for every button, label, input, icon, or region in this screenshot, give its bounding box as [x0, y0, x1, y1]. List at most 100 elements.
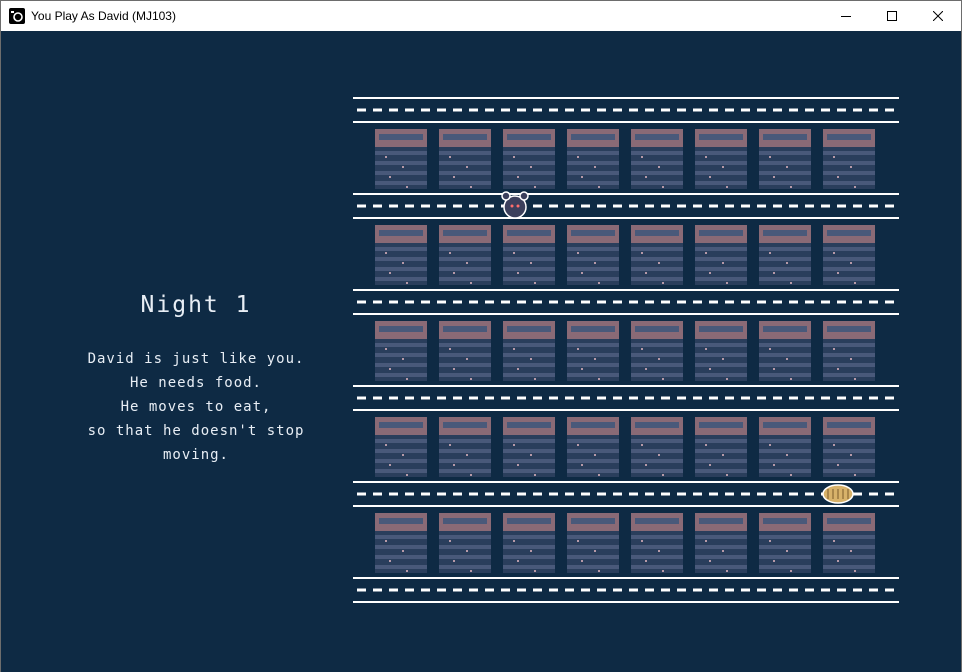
shelf-stripe: [695, 353, 747, 357]
maximize-icon: [887, 11, 897, 21]
shelf-top-slot: [571, 518, 615, 524]
shelf-stripe: [439, 439, 491, 443]
shelf-stripe: [823, 363, 875, 367]
shelf-item: [449, 540, 451, 542]
shelf-stripe: [631, 555, 683, 559]
shelf-item: [530, 262, 532, 264]
shelf-stripe: [631, 171, 683, 175]
shelf-item: [790, 282, 792, 284]
shelf-stripe: [375, 439, 427, 443]
close-button[interactable]: [915, 1, 961, 31]
shelf-stripe: [503, 151, 555, 155]
shelf-item: [581, 272, 583, 274]
shelf-stripe: [567, 247, 619, 251]
shelf-top-slot: [443, 230, 487, 236]
shelf-stripe: [759, 247, 811, 251]
shelf-item: [513, 156, 515, 158]
mouse-eye-left: [510, 204, 514, 208]
shelf-stripe: [503, 545, 555, 549]
shelf-stripe: [439, 277, 491, 281]
minimize-button[interactable]: [823, 1, 869, 31]
store-map[interactable]: [353, 97, 899, 608]
shelf-stripe: [759, 161, 811, 165]
shelf-item: [389, 368, 391, 370]
shelf-item: [833, 444, 835, 446]
shelf-stripe: [439, 151, 491, 155]
shelf-top-slot: [827, 518, 871, 524]
shelf-stripe: [695, 343, 747, 347]
shelf-stripe: [375, 469, 427, 473]
shelf-item: [470, 378, 472, 380]
shelf-stripe: [823, 277, 875, 281]
shelf-stripe: [567, 363, 619, 367]
shelf-item: [790, 186, 792, 188]
shelf-stripe: [567, 469, 619, 473]
shelf-item: [402, 166, 404, 168]
shelf-item: [534, 282, 536, 284]
shelf-stripe: [631, 247, 683, 251]
shelf-item: [530, 550, 532, 552]
shelf-stripe: [503, 267, 555, 271]
title-bar[interactable]: You Play As David (MJ103): [1, 1, 961, 31]
mouse-ear-left: [501, 191, 511, 201]
shelf-stripe: [759, 343, 811, 347]
shelf-item: [577, 348, 579, 350]
shelf-stripe: [695, 267, 747, 271]
shelf-item: [577, 540, 579, 542]
shelf-item: [726, 186, 728, 188]
shelf-item: [530, 166, 532, 168]
shelf-item: [577, 156, 579, 158]
story-line-4: so that he doesn't stop: [87, 423, 305, 439]
shelf-stripe: [631, 277, 683, 281]
game-area[interactable]: Night 1 David is just like you. He needs…: [1, 32, 961, 672]
shelf-item: [709, 272, 711, 274]
shelf-stripe: [695, 535, 747, 539]
shelf-top-slot: [571, 230, 615, 236]
shelf-stripe: [759, 555, 811, 559]
shelf-item: [833, 156, 835, 158]
shelf-item: [470, 474, 472, 476]
shelf-stripe: [759, 363, 811, 367]
shelf-stripe: [375, 545, 427, 549]
shelf-stripe: [503, 171, 555, 175]
shelf-stripe: [759, 277, 811, 281]
shelf-stripe: [439, 545, 491, 549]
shelf-stripe: [375, 459, 427, 463]
shelf-top-slot: [635, 134, 679, 140]
shelf-item: [385, 444, 387, 446]
shelf-item: [517, 464, 519, 466]
shelf-stripe: [695, 565, 747, 569]
shelf-item: [769, 348, 771, 350]
shelf-stripe: [759, 469, 811, 473]
shelf-item: [850, 166, 852, 168]
maximize-button[interactable]: [869, 1, 915, 31]
shelf-item: [705, 348, 707, 350]
shelf-stripe: [567, 555, 619, 559]
shelf-item: [517, 176, 519, 178]
shelf-item: [470, 282, 472, 284]
shelf-top-slot: [699, 518, 743, 524]
shelf-item: [709, 464, 711, 466]
story-line-1: David is just like you.: [87, 351, 305, 367]
shelf-item: [453, 464, 455, 466]
story-line-2: He needs food.: [129, 375, 262, 391]
shelf-stripe: [631, 439, 683, 443]
mouse-ear-right: [519, 191, 529, 201]
shelf-item: [705, 540, 707, 542]
shelf-item: [577, 444, 579, 446]
shelf-stripe: [375, 277, 427, 281]
shelf-item: [641, 348, 643, 350]
shelf-stripe: [631, 565, 683, 569]
shelf-stripe: [567, 343, 619, 347]
shelf-stripe: [823, 353, 875, 357]
shelf-stripe: [375, 267, 427, 271]
shelf-stripe: [503, 535, 555, 539]
shelf-item: [385, 156, 387, 158]
shelf-item: [517, 272, 519, 274]
shelf-stripe: [375, 257, 427, 261]
shelf-stripe: [439, 267, 491, 271]
shelf-stripe: [567, 161, 619, 165]
shelf-top-slot: [443, 518, 487, 524]
shelf-item: [641, 252, 643, 254]
shelf-stripe: [439, 247, 491, 251]
